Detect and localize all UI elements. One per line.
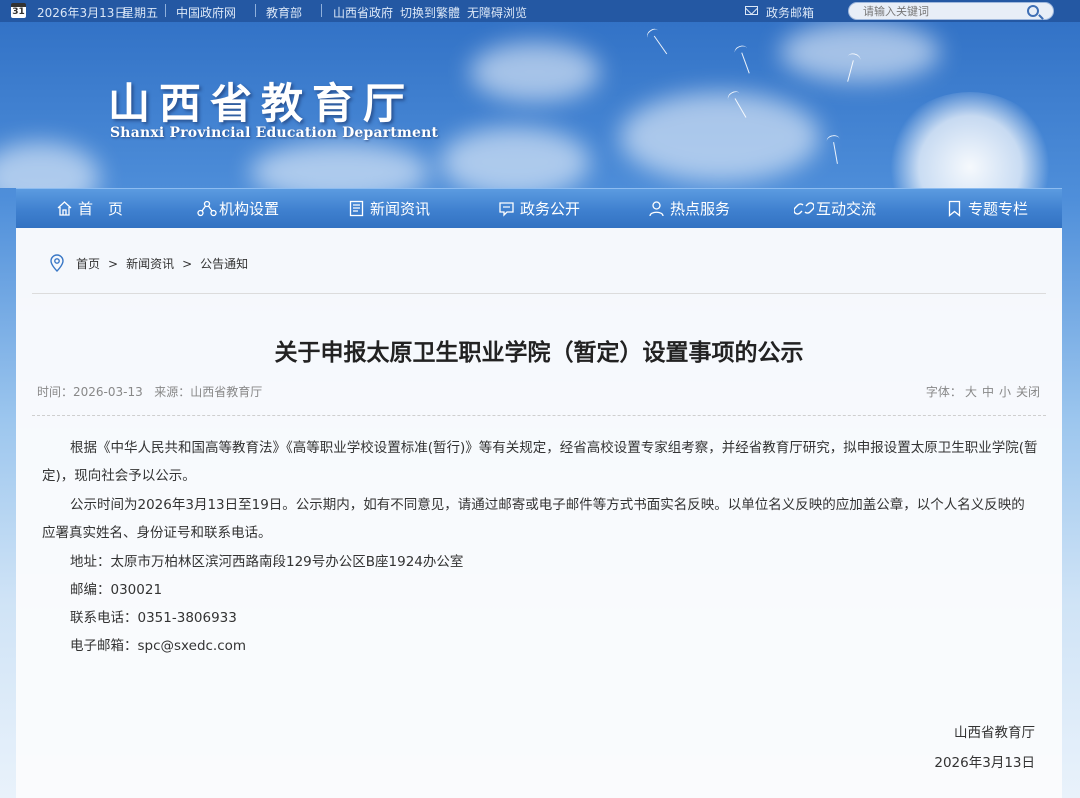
contact-postcode: 邮编：030021 [70,582,163,598]
divider [165,4,166,17]
nav-item-label: 热点服务 [670,200,731,218]
link-shanxi-gov[interactable]: 山西省政府 [333,4,393,21]
top-bar: 31 2026年3月13日 星期五 中国政府网 教育部 山西省政府 切换到繁體 … [0,0,1080,22]
site-title: 山西省教育厅 [108,79,415,128]
font-size-controls: 字体：大中小关闭 [926,383,1040,400]
signature: 山西省教育厅 2026年3月13日 [934,718,1035,778]
cloud-decoration [470,42,600,102]
nav-item-label: 机构设置 [219,200,280,218]
current-date: 2026年3月13日 [37,6,127,20]
org-icon [197,200,217,217]
divider [32,293,1046,294]
accessibility-link[interactable]: 无障碍浏览 [467,4,527,21]
seed-decoration [833,142,838,164]
divider [321,4,322,17]
article-title: 关于申报太原卫生职业学院（暂定）设置事项的公示 [274,340,804,366]
calendar-icon: 31 [11,3,26,18]
paragraph: 根据《中华人民共和国高等教育法》《高等职业学校设置标准(暂行)》等有关规定，经省… [42,440,1038,484]
nav-item-label: 互动交流 [816,200,877,218]
search-input[interactable] [863,4,1013,18]
paragraph: 公示时间为2026年3月13日至19日。公示期内，如有不同意见，请通过邮寄或电子… [42,497,1025,541]
contact-email: 电子邮箱：spc@sxedc.com [70,638,247,654]
cloud-decoration [0,142,100,188]
article-body: 根据《中华人民共和国高等教育法》《高等职业学校设置标准(暂行)》等有关规定，经省… [42,434,1038,660]
breadcrumb: 首页 > 新闻资讯 > 公告通知 [76,255,248,272]
breadcrumb-separator: > [182,257,193,271]
news-icon [349,200,364,217]
signature-date: 2026年3月13日 [934,755,1035,771]
font-medium-button[interactable]: 中 [982,385,994,399]
service-icon [649,201,664,217]
cloud-decoration [780,22,940,82]
site-subtitle: Shanxi Provincial Education Department [110,125,439,141]
current-weekday: 星期五 [122,6,159,20]
content-panel: 首页 > 新闻资讯 > 公告通知 关于申报太原卫生职业学院（暂定）设置事项的公示 时间：… [16,228,1062,798]
link-moe[interactable]: 教育部 [266,4,302,21]
seed-decoration [741,52,750,74]
breadcrumb-news[interactable]: 新闻资讯 [126,257,174,271]
nav-item-label: 政务公开 [520,200,581,218]
contact-address: 地址：太原市万柏林区滨河西路南段129号办公区B座1924办公室 [70,554,464,570]
article-meta: 时间：2026-03-13 来源：山西省教育厅 [37,383,262,400]
divider [255,4,256,17]
switch-traditional-link[interactable]: 切换到繁體 [400,4,460,21]
search-box [848,2,1054,20]
font-small-button[interactable]: 小 [999,385,1011,399]
cloud-decoration [440,127,590,188]
breadcrumb-notice[interactable]: 公告通知 [200,257,248,271]
gov-icon [499,202,514,217]
location-pin-icon [50,254,64,272]
banner: 山西省教育厅 Shanxi Provincial Education Depar… [0,22,1080,188]
publish-date: 2026-03-13 [73,385,143,399]
breadcrumb-home[interactable]: 首页 [76,257,100,271]
contact-phone: 联系电话：0351-3806933 [70,610,237,626]
mail-icon [745,6,758,15]
search-icon[interactable] [1027,5,1039,17]
cloud-decoration [250,142,430,188]
signature-org: 山西省教育厅 [954,725,1035,741]
divider [32,415,1046,416]
time-label: 时间： [37,385,74,399]
breadcrumb-separator: > [108,257,119,271]
source-value: 山西省教育厅 [190,385,263,399]
link-gov-cn[interactable]: 中国政府网 [176,4,236,21]
dandelion-decoration [885,92,1055,188]
gov-mail-link[interactable]: 政务邮箱 [766,4,814,21]
nav-item-label: 首 页 [78,200,124,218]
bookmark-icon [948,200,961,217]
font-reset-button[interactable]: 关闭 [1016,385,1040,399]
home-icon [57,201,72,216]
nav-item-label: 专题专栏 [968,200,1029,218]
seed-decoration [653,35,668,55]
font-large-button[interactable]: 大 [965,385,977,399]
nav-item-label: 新闻资讯 [370,200,431,218]
cloud-decoration [620,92,820,182]
font-size-label: 字体： [925,385,962,399]
main-nav: 首 页 机构设置 新闻资讯 政务公开 热点服务 互动交流 专题专栏 [16,188,1062,228]
chat-icon [794,202,814,215]
source-label: 来源： [154,385,191,399]
